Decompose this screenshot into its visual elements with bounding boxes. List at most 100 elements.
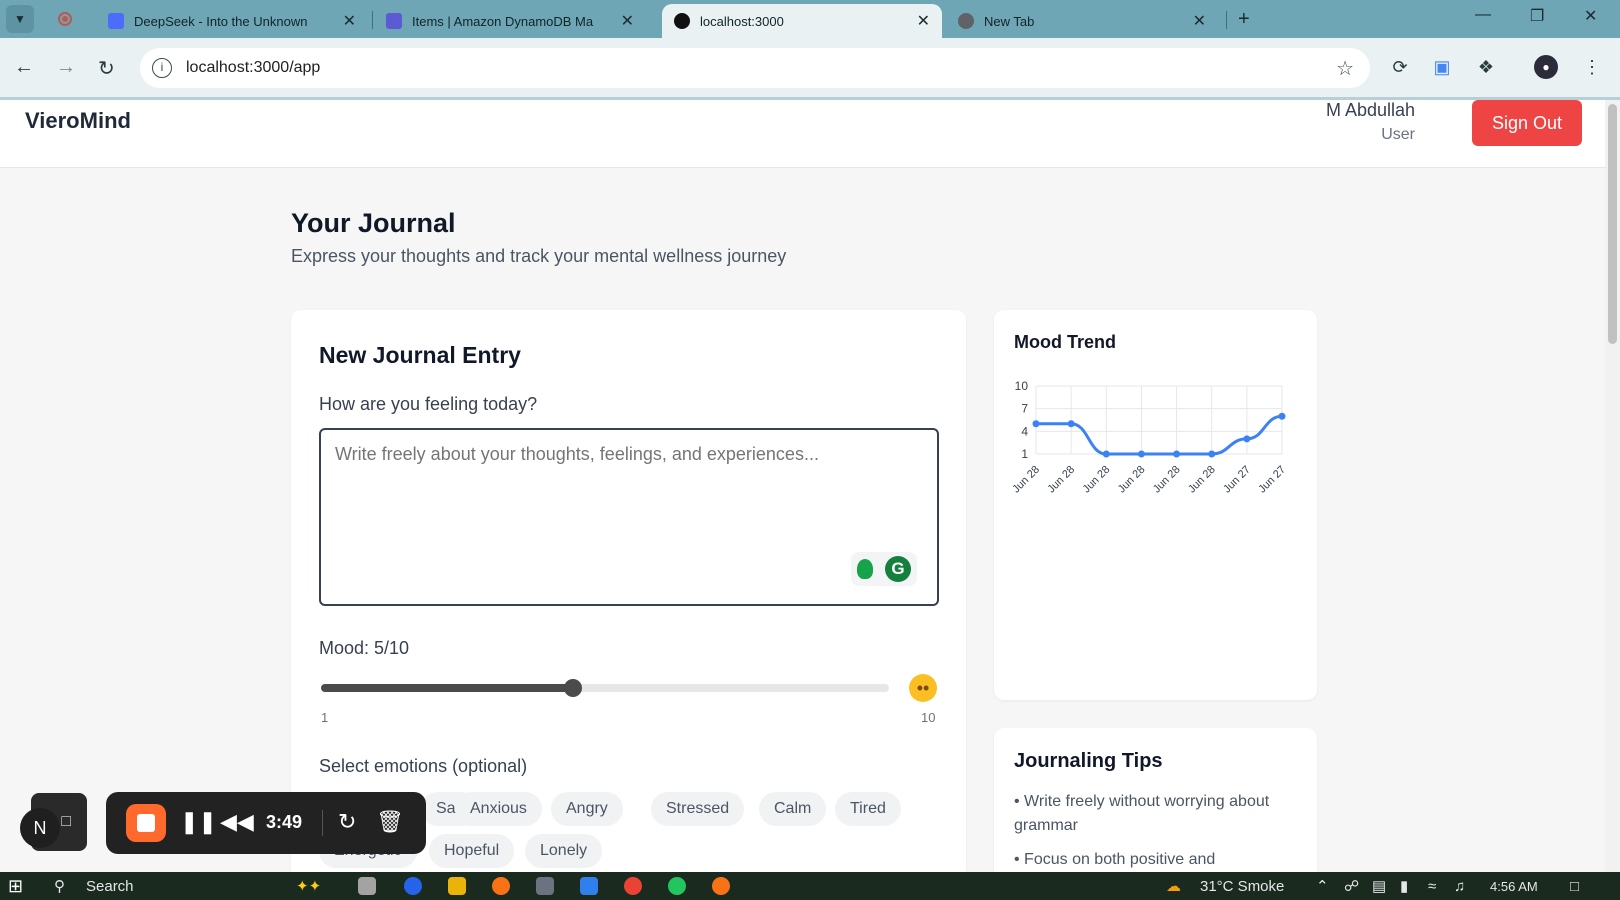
user-role: User	[1381, 126, 1415, 143]
emotion-chip-angry[interactable]: Angry	[551, 792, 623, 826]
chart-x-tick-label: Jun 28	[1010, 464, 1042, 496]
translate-extension-icon[interactable]: ▣	[1430, 55, 1454, 79]
tray-volume-icon[interactable]: ♫	[1454, 876, 1465, 896]
site-info-icon[interactable]: i	[152, 58, 172, 78]
tab-new-tab[interactable]: New Tab ✕	[946, 4, 1218, 38]
copilot-sparkle-icon[interactable]: ✦✦	[296, 876, 321, 896]
mood-scale-min: 1	[321, 710, 329, 725]
new-tab-plus-icon[interactable]: +	[1238, 8, 1250, 31]
chart-y-tick-label: 7	[1021, 402, 1028, 416]
notification-icon[interactable]: □	[1570, 876, 1579, 896]
page-subtitle: Express your thoughts and track your men…	[291, 246, 787, 266]
mood-slider[interactable]	[321, 679, 889, 697]
vscode-icon[interactable]	[580, 877, 598, 895]
browser-menu-icon[interactable]: ⋮	[1580, 55, 1604, 79]
tray-network-icon[interactable]: ☍	[1344, 876, 1359, 896]
trash-icon[interactable]: 🗑	[376, 808, 404, 836]
close-tab-icon[interactable]: ✕	[621, 11, 634, 31]
page-scrollbar[interactable]	[1605, 100, 1620, 872]
journaling-tips-card: Journaling Tips • Write freely without w…	[994, 728, 1317, 888]
recorder-badge[interactable]: N	[20, 808, 60, 848]
forward-arrow-icon[interactable]: →	[56, 56, 76, 79]
tray-battery-icon[interactable]: ▮	[1400, 876, 1408, 896]
taskbar-search[interactable]: Search	[86, 876, 134, 896]
firefox-icon[interactable]	[492, 877, 510, 895]
clock[interactable]: 4:56 AM	[1490, 876, 1538, 896]
extensions-puzzle-icon[interactable]: ❖	[1474, 55, 1498, 79]
grammarly-widget[interactable]: G	[851, 552, 917, 586]
reload-icon[interactable]: ↻	[98, 56, 115, 81]
chart-y-tick-label: 4	[1021, 424, 1028, 438]
pause-icon[interactable]: ❚❚	[180, 808, 217, 836]
weather-icon: ☁	[1166, 878, 1181, 895]
copilot-app-icon[interactable]	[404, 877, 422, 895]
sync-extension-icon[interactable]: ⟳	[1388, 55, 1412, 79]
restore-icon[interactable]: ❐	[1530, 6, 1544, 26]
chart-x-tick-label: Jun 28	[1045, 464, 1077, 496]
url-text[interactable]: localhost:3000/app	[186, 59, 320, 77]
back-arrow-icon[interactable]: ←	[14, 56, 34, 79]
rewind-icon[interactable]: ◀◀	[220, 808, 254, 836]
tab-deepseek[interactable]: DeepSeek - Into the Unknown ✕	[96, 4, 368, 38]
emotion-chip-calm[interactable]: Calm	[759, 792, 827, 826]
chart-x-tick-label: Jun 28	[1081, 464, 1113, 496]
stop-recording-button[interactable]	[126, 804, 166, 842]
tray-wifi-icon[interactable]: ≈	[1428, 876, 1436, 896]
taskbar-search-icon[interactable]: ⚲	[54, 876, 65, 896]
tray-chevron-icon[interactable]: ⌃	[1316, 876, 1329, 896]
emotion-chip-anxious[interactable]: Anxious	[455, 792, 542, 826]
sign-out-button[interactable]: Sign Out	[1472, 100, 1582, 146]
grammarly-assist-icon[interactable]	[857, 559, 873, 579]
close-tab-icon[interactable]: ✕	[1193, 11, 1206, 31]
close-tab-icon[interactable]: ✕	[343, 11, 356, 31]
emotion-chip-hopeful[interactable]: Hopeful	[429, 834, 515, 868]
emotion-chip-tired[interactable]: Tired	[835, 792, 901, 826]
task-view-icon[interactable]	[358, 877, 376, 895]
mood-slider-fill	[321, 684, 573, 692]
mood-slider-thumb[interactable]	[564, 679, 582, 697]
chart-y-tick-label: 10	[1015, 379, 1029, 393]
tab-dynamodb[interactable]: Items | Amazon DynamoDB Ma ✕	[374, 4, 646, 38]
restart-icon[interactable]: ↻	[338, 808, 356, 836]
chart-x-tick-label: Jun 28	[1116, 464, 1148, 496]
close-window-icon[interactable]: ✕	[1584, 6, 1597, 26]
mood-trend-chart: 10741Jun 28 Jun 28 Jun 28 Jun 28 Jun 28 Jun 2…	[1010, 379, 1288, 496]
chrome-icon[interactable]	[624, 877, 642, 895]
tab-search-button[interactable]: ▼	[6, 5, 34, 33]
entry-card-title: New Journal Entry	[319, 342, 521, 368]
tab-localhost[interactable]: localhost:3000 ✕	[662, 4, 942, 38]
chart-y-tick-label: 1	[1021, 447, 1028, 461]
tips-title: Journaling Tips	[1014, 750, 1163, 772]
app-logo[interactable]: VieroMind	[25, 108, 131, 134]
windows-start-icon[interactable]: ⊞	[8, 876, 23, 896]
profile-avatar-icon[interactable]: ●	[1534, 55, 1558, 79]
bookmark-star-icon[interactable]: ☆	[1336, 56, 1354, 81]
recording-time: 3:49	[266, 812, 303, 832]
tip-item: • Focus on both positive and	[1014, 851, 1216, 868]
camera-icon: □	[61, 813, 71, 830]
emotion-chip-lonely[interactable]: Lonely	[525, 834, 603, 868]
mood-trend-title: Mood Trend	[1014, 332, 1116, 352]
tray-display-icon[interactable]: ▤	[1372, 876, 1386, 896]
chart-x-tick-label: Jun 27	[1221, 464, 1253, 496]
stop-icon	[137, 814, 155, 832]
chart-data-point	[1208, 450, 1216, 458]
chart-data-point	[1102, 450, 1110, 458]
address-bar[interactable]: i localhost:3000/app ☆	[140, 48, 1370, 88]
grammarly-g-icon[interactable]: G	[885, 556, 911, 582]
file-explorer-icon[interactable]	[448, 877, 466, 895]
chart-x-tick-label: Jun 27	[1256, 464, 1288, 496]
recorder-app-icon[interactable]	[712, 877, 730, 895]
minimize-icon[interactable]: —	[1475, 6, 1491, 24]
chart-data-point	[1173, 450, 1181, 458]
journal-textarea[interactable]	[319, 428, 939, 606]
recording-indicator-icon	[58, 12, 72, 26]
weather-text[interactable]: 31°C Smoke	[1200, 876, 1284, 896]
whatsapp-icon[interactable]	[668, 877, 686, 895]
page-title: Your Journal	[291, 208, 456, 238]
app-store-icon[interactable]	[536, 877, 554, 895]
scrollbar-thumb[interactable]	[1608, 104, 1617, 344]
close-tab-icon[interactable]: ✕	[917, 11, 930, 31]
chart-data-point	[1032, 420, 1040, 428]
emotion-chip-stressed[interactable]: Stressed	[651, 792, 745, 826]
